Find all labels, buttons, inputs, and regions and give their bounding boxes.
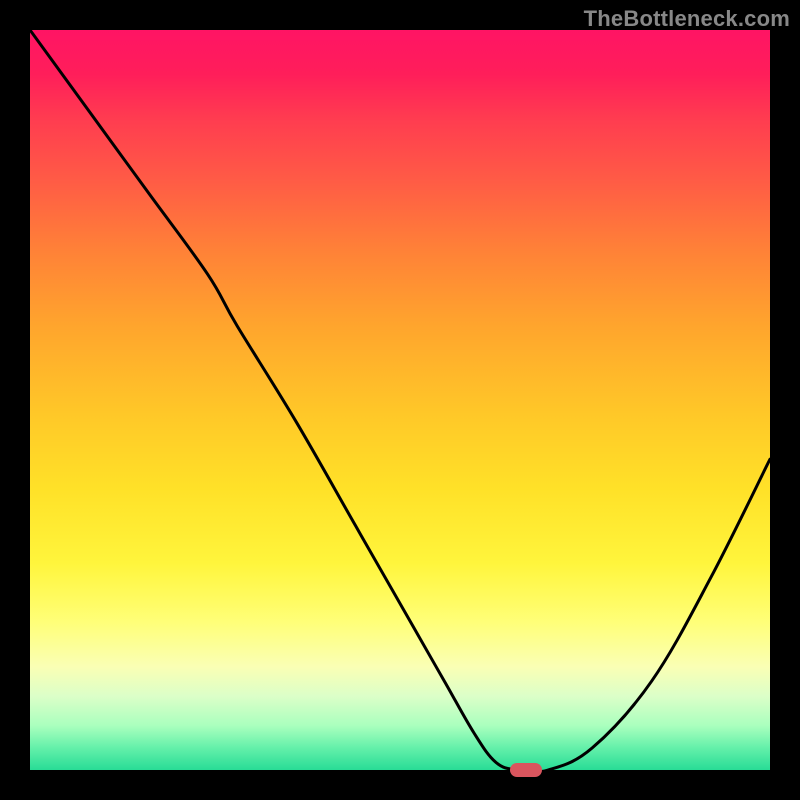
bottleneck-marker	[510, 763, 542, 777]
chart-frame: TheBottleneck.com	[0, 0, 800, 800]
watermark-text: TheBottleneck.com	[584, 6, 790, 32]
chart-background-gradient	[30, 30, 770, 770]
